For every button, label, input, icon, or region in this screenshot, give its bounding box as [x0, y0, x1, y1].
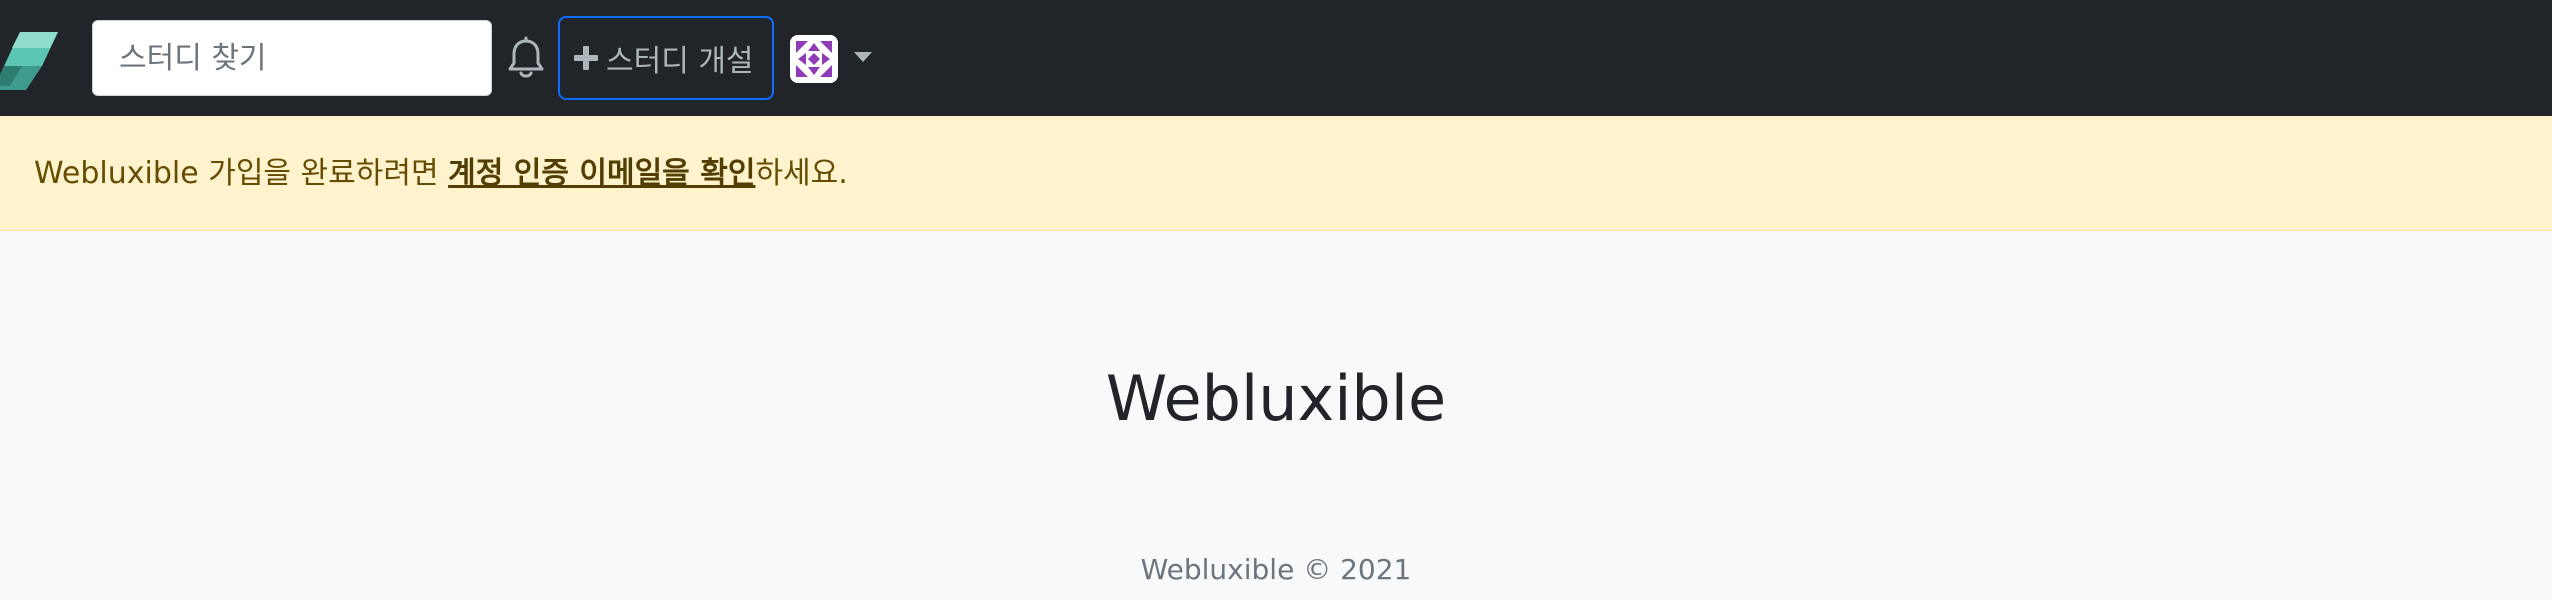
- footer-copyright: Webluxible © 2021: [1140, 553, 1412, 586]
- page-title: Webluxible: [1105, 362, 1447, 435]
- open-study-label: 스터디 개설: [606, 44, 754, 79]
- brand-logo-icon[interactable]: [0, 28, 60, 92]
- caret-down-icon[interactable]: [854, 52, 872, 62]
- study-search-input[interactable]: [92, 20, 492, 96]
- bell-icon[interactable]: [506, 36, 546, 80]
- avatar[interactable]: [790, 35, 838, 83]
- verify-email-link[interactable]: 계정 인증 이메일을 확인: [448, 156, 755, 191]
- open-study-button[interactable]: 스터디 개설: [558, 16, 774, 100]
- alert-text-after: 하세요.: [755, 156, 848, 191]
- alert-text-before: Webluxible 가입을 완료하려면: [34, 156, 449, 191]
- top-navbar: 스터디 개설: [0, 0, 2552, 116]
- plus-icon: [574, 46, 598, 70]
- email-verification-alert: Webluxible 가입을 완료하려면 계정 인증 이메일을 확인하세요.: [0, 116, 2552, 231]
